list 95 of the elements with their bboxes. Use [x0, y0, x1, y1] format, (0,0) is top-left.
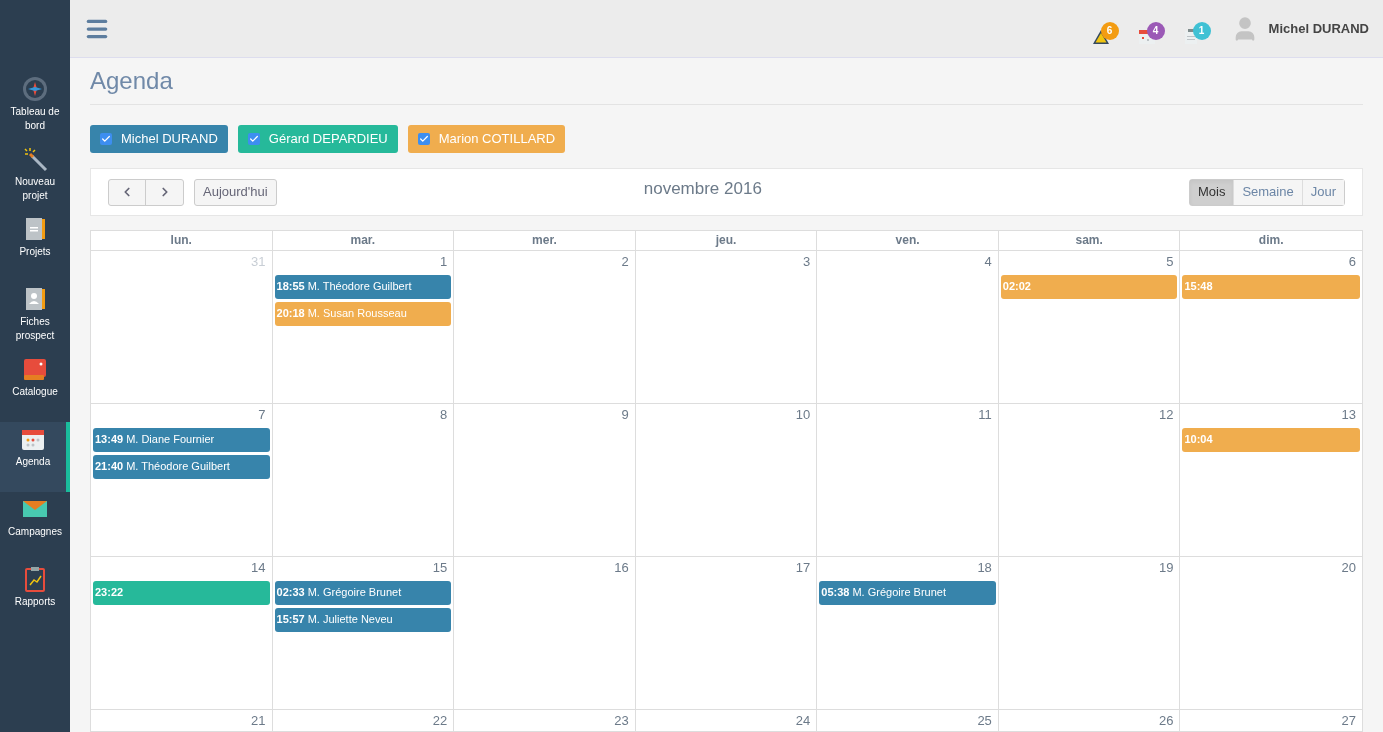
weekday-header: mer. — [454, 231, 636, 250]
weekday-header: ven. — [817, 231, 999, 250]
day-number: 23 — [614, 712, 630, 730]
day-number: 20 — [1341, 559, 1357, 577]
day-number: 10 — [795, 406, 812, 424]
calendar-title: novembre 2016 — [642, 178, 763, 201]
day-number: 17 — [795, 559, 812, 577]
day-number: 16 — [614, 559, 630, 577]
day-number: 18 — [977, 559, 993, 577]
weekday-header: jeu. — [635, 231, 818, 250]
sidebar-item[interactable]: Projets — [0, 212, 70, 282]
calendar-filter-button[interactable]: Michel DURAND — [90, 125, 228, 153]
magic-wand-icon — [22, 146, 48, 172]
weekday-header: lun. — [91, 231, 273, 250]
day-number: 11 — [978, 406, 993, 424]
day-cell[interactable]: 19 — [998, 557, 1181, 709]
day-cell[interactable]: 7 13:49 M. Diane Fournier 21:40 M. Théodore Guilbert — [91, 404, 273, 556]
day-cell[interactable]: 20 — [1180, 557, 1362, 709]
calendar-event[interactable]: 15:57 M. Juliette Neveu — [274, 607, 452, 632]
day-number: 12 — [1158, 406, 1175, 424]
day-cell[interactable]: 10 — [635, 404, 818, 556]
day-cell[interactable]: 1 18:55 M. Théodore Guilbert 20:18 M. Susan Rousseau — [272, 251, 455, 403]
day-cell[interactable]: 12 — [998, 404, 1181, 556]
day-cell[interactable]: 2 — [454, 251, 636, 403]
day-number: 4 — [984, 253, 993, 271]
calendar-event[interactable]: 13:49 M. Diane Fournier — [93, 427, 270, 452]
day-cell[interactable]: 17 — [635, 557, 818, 709]
sidebar-item[interactable]: Rapports — [0, 562, 70, 632]
day-number: 8 — [439, 406, 449, 424]
sidebar-item[interactable]: Campagnes — [0, 492, 70, 562]
weekday-header: mar. — [272, 231, 455, 250]
day-cell[interactable]: 11 — [817, 404, 999, 556]
day-cell[interactable]: 24 — [635, 710, 818, 731]
day-number: 15 — [432, 559, 449, 577]
day-number: 9 — [621, 406, 630, 424]
sidebar-item[interactable]: Agenda — [0, 422, 70, 492]
day-number: 1 — [439, 253, 449, 271]
sidebar-item[interactable]: Nouveau projet — [0, 142, 70, 212]
notification-badge: 4 — [1146, 21, 1165, 40]
weekday-header: sam. — [998, 231, 1181, 250]
day-number: 14 — [251, 559, 267, 577]
today-button[interactable]: Aujourd'hui — [194, 178, 277, 206]
user-name[interactable]: Michel DURAND — [1268, 18, 1369, 39]
day-number: 3 — [803, 253, 812, 271]
weekday-header: dim. — [1257, 232, 1285, 249]
day-cell[interactable]: 3 — [635, 251, 818, 403]
calendar-event[interactable]: 02:33 M. Grégoire Brunet — [274, 580, 452, 605]
day-cell[interactable]: 13 10:04 — [1180, 404, 1362, 556]
sidebar-item[interactable]: Fiches prospect — [0, 282, 70, 352]
day-cell[interactable]: 23 — [454, 710, 636, 731]
notification-badge: 1 — [1192, 21, 1211, 40]
view-tab[interactable]: Mois — [1189, 179, 1235, 205]
chart-clipboard-icon — [22, 566, 48, 592]
day-cell[interactable]: 4 — [817, 251, 999, 403]
checkbox[interactable] — [247, 133, 260, 145]
day-number: 2 — [621, 253, 630, 271]
calendar-event[interactable]: 18:55 M. Théodore Guilbert — [274, 274, 452, 299]
view-tab[interactable]: Jour — [1302, 179, 1344, 205]
day-cell[interactable]: 27 — [1180, 710, 1362, 731]
day-cell[interactable]: 25 — [817, 710, 999, 731]
notification-badge: 6 — [1100, 21, 1119, 40]
day-cell[interactable]: 9 — [454, 404, 636, 556]
day-number: 7 — [258, 406, 267, 424]
view-tab[interactable]: Semaine — [1234, 179, 1303, 205]
day-number: 6 — [1348, 253, 1357, 271]
sidebar-item[interactable]: Tableau de bord — [0, 72, 70, 142]
day-number: 25 — [977, 712, 993, 730]
day-cell[interactable]: 18 05:38 M. Grégoire Brunet — [817, 557, 999, 709]
sidebar-item[interactable]: Catalogue — [0, 352, 70, 422]
calendar-event[interactable]: 05:38 M. Grégoire Brunet — [819, 580, 996, 605]
day-number: 27 — [1341, 712, 1357, 730]
wallet-icon — [22, 356, 48, 382]
day-number: 21 — [251, 712, 267, 730]
calendar-event[interactable]: 23:22 — [93, 580, 270, 605]
compass-icon — [22, 76, 48, 102]
checkbox[interactable] — [100, 133, 112, 145]
calendar-filter-button[interactable]: Gérard DEPARDIEU — [237, 125, 398, 153]
day-cell[interactable]: 16 — [454, 557, 636, 709]
day-cell[interactable]: 6 15:48 — [1180, 251, 1362, 403]
day-cell[interactable]: 5 02:02 — [998, 251, 1181, 403]
day-cell[interactable]: 14 23:22 — [91, 557, 273, 709]
day-number: 13 — [1341, 406, 1357, 424]
day-number: 26 — [1158, 712, 1175, 730]
day-cell[interactable]: 15 02:33 M. Grégoire Brunet 15:57 M. Juliette Neveu — [272, 557, 455, 709]
day-number: 5 — [1166, 253, 1175, 271]
day-number: 22 — [432, 712, 449, 730]
day-cell[interactable]: 21 — [91, 710, 273, 731]
day-number: 19 — [1158, 559, 1175, 577]
page-title: Agenda — [90, 58, 1363, 105]
checkbox[interactable] — [417, 133, 430, 145]
day-cell[interactable]: 26 — [998, 710, 1181, 731]
day-cell[interactable]: 8 — [272, 404, 455, 556]
day-cell[interactable]: 22 — [272, 710, 455, 731]
day-number: 24 — [795, 712, 812, 730]
calendar-event[interactable]: 21:40 M. Théodore Guilbert — [93, 454, 270, 479]
